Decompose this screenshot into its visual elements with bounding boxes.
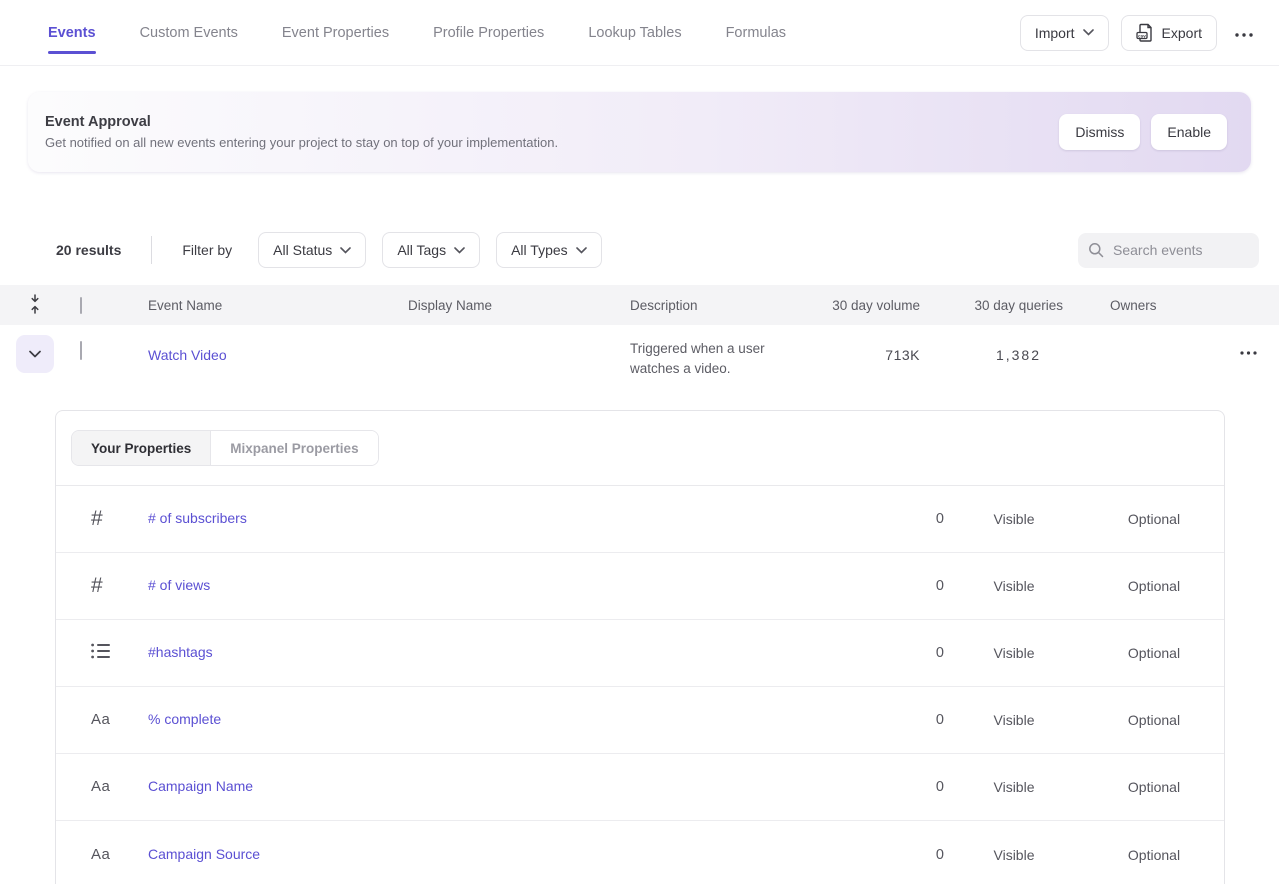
table-header: Event Name Display Name Description 30 d… — [0, 285, 1279, 325]
ellipsis-icon — [1235, 33, 1253, 37]
export-label: Export — [1162, 25, 1202, 41]
collapse-all-icon[interactable] — [29, 294, 41, 314]
property-value: 0 — [844, 712, 944, 728]
property-value: 0 — [844, 779, 944, 795]
property-requirement: Optional — [1084, 847, 1224, 863]
filter-bar: 20 results Filter by All Status All Tags… — [56, 232, 1259, 268]
chevron-down-icon — [1083, 29, 1094, 36]
ellipsis-icon — [1240, 351, 1257, 355]
chevron-down-icon — [29, 350, 41, 358]
select-all-checkbox[interactable] — [80, 297, 82, 314]
column-30-day-volume: 30 day volume — [820, 298, 920, 313]
property-value: 0 — [844, 847, 944, 863]
column-30-day-queries: 30 day queries — [920, 298, 1063, 313]
property-row: # # of views 0 Visible Optional — [56, 553, 1224, 620]
text-type-icon: Aa — [91, 778, 110, 795]
tags-filter-dropdown[interactable]: All Tags — [382, 232, 480, 268]
import-label: Import — [1035, 25, 1075, 41]
property-row: Aa Campaign Source 0 Visible Optional — [56, 821, 1224, 884]
enable-button[interactable]: Enable — [1151, 114, 1227, 150]
results-count: 20 results — [56, 242, 121, 258]
property-row: # # of subscribers 0 Visible Optional — [56, 486, 1224, 553]
status-filter-label: All Status — [273, 242, 332, 258]
property-value: 0 — [844, 511, 944, 527]
tab-profile-properties[interactable]: Profile Properties — [433, 0, 544, 65]
dismiss-button[interactable]: Dismiss — [1059, 114, 1140, 150]
event-approval-banner: Event Approval Get notified on all new e… — [28, 92, 1251, 172]
list-type-icon — [91, 643, 110, 659]
tab-your-properties[interactable]: Your Properties — [72, 431, 211, 465]
search-icon — [1088, 242, 1104, 258]
svg-text:csv: csv — [1138, 33, 1146, 38]
tab-lookup-tables[interactable]: Lookup Tables — [588, 0, 681, 65]
tab-custom-events[interactable]: Custom Events — [140, 0, 238, 65]
property-visibility: Visible — [944, 712, 1084, 728]
search-box — [1078, 233, 1259, 268]
banner-title: Event Approval — [45, 114, 558, 130]
import-button[interactable]: Import — [1020, 15, 1109, 51]
text-type-icon: Aa — [91, 846, 110, 863]
property-requirement: Optional — [1084, 645, 1224, 661]
property-row: #hashtags 0 Visible Optional — [56, 620, 1224, 687]
property-visibility: Visible — [944, 645, 1084, 661]
properties-tab-group: Your Properties Mixpanel Properties — [71, 430, 379, 466]
number-type-icon: # — [91, 574, 103, 597]
property-visibility: Visible — [944, 578, 1084, 594]
filter-by-label: Filter by — [182, 242, 232, 258]
table-row: Watch Video Triggered when a user watche… — [0, 325, 1279, 395]
properties-panel: Your Properties Mixpanel Properties # # … — [55, 410, 1225, 884]
queries-cell: 1,382 — [920, 325, 1063, 363]
property-requirement: Optional — [1084, 511, 1224, 527]
top-nav: Events Custom Events Event Properties Pr… — [0, 0, 1279, 66]
tags-filter-label: All Tags — [397, 242, 446, 258]
row-menu-button[interactable] — [1234, 339, 1263, 362]
property-visibility: Visible — [944, 511, 1084, 527]
text-type-icon: Aa — [91, 711, 110, 728]
collapse-row-button[interactable] — [16, 335, 54, 373]
more-menu-button[interactable] — [1229, 21, 1259, 44]
property-name-link[interactable]: % complete — [148, 711, 221, 727]
event-name-link[interactable]: Watch Video — [148, 347, 227, 363]
description-cell: Triggered when a user watches a video. — [630, 325, 820, 379]
tab-events[interactable]: Events — [48, 0, 96, 65]
divider — [151, 236, 152, 264]
property-name-link[interactable]: Campaign Name — [148, 778, 253, 794]
search-input[interactable] — [1113, 242, 1249, 258]
chevron-down-icon — [340, 247, 351, 254]
types-filter-label: All Types — [511, 242, 568, 258]
property-requirement: Optional — [1084, 779, 1224, 795]
chevron-down-icon — [454, 247, 465, 254]
tab-event-properties[interactable]: Event Properties — [282, 0, 389, 65]
column-event-name: Event Name — [148, 298, 408, 313]
property-requirement: Optional — [1084, 578, 1224, 594]
number-type-icon: # — [91, 507, 103, 530]
nav-tabs: Events Custom Events Event Properties Pr… — [48, 0, 786, 65]
types-filter-dropdown[interactable]: All Types — [496, 232, 602, 268]
chevron-down-icon — [576, 247, 587, 254]
property-name-link[interactable]: # of subscribers — [148, 510, 247, 526]
export-button[interactable]: csv Export — [1121, 15, 1217, 51]
status-filter-dropdown[interactable]: All Status — [258, 232, 366, 268]
property-row: Aa Campaign Name 0 Visible Optional — [56, 754, 1224, 821]
property-name-link[interactable]: # of views — [148, 577, 210, 593]
property-value: 0 — [844, 578, 944, 594]
column-description: Description — [630, 298, 820, 313]
property-value: 0 — [844, 645, 944, 661]
csv-file-icon: csv — [1136, 23, 1154, 42]
property-row: Aa % complete 0 Visible Optional — [56, 687, 1224, 754]
property-visibility: Visible — [944, 847, 1084, 863]
column-owners: Owners — [1063, 298, 1217, 313]
tab-mixpanel-properties[interactable]: Mixpanel Properties — [211, 431, 377, 465]
column-display-name: Display Name — [408, 298, 630, 313]
volume-cell: 713K — [820, 325, 920, 363]
property-name-link[interactable]: Campaign Source — [148, 846, 260, 862]
banner-subtitle: Get notified on all new events entering … — [45, 135, 558, 150]
row-checkbox[interactable] — [80, 341, 82, 360]
property-name-link[interactable]: #hashtags — [148, 644, 213, 660]
property-visibility: Visible — [944, 779, 1084, 795]
property-requirement: Optional — [1084, 712, 1224, 728]
tab-formulas[interactable]: Formulas — [726, 0, 786, 65]
